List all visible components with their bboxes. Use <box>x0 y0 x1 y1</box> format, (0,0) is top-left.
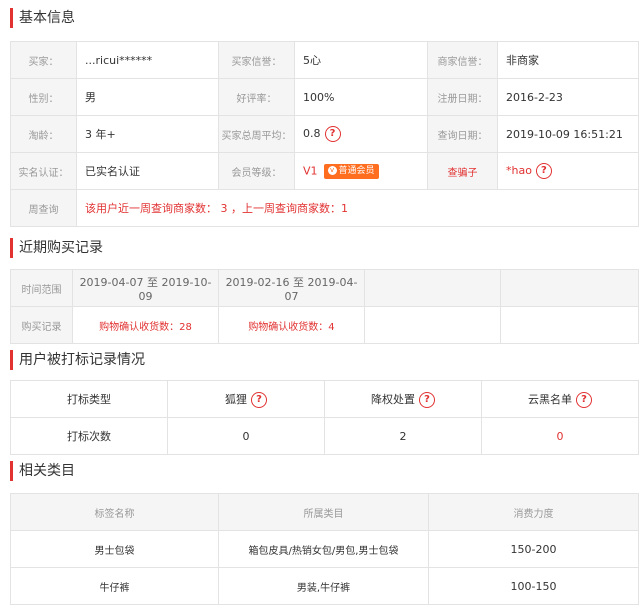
cloud-blacklist-count: 0 <box>481 417 639 455</box>
category: 男装,牛仔裤 <box>218 567 429 605</box>
help-icon[interactable]: ? <box>576 391 592 408</box>
fox-count: 0 <box>167 417 325 455</box>
check-scammer-value: *hao <box>506 164 532 177</box>
categories-title: 相关类目 <box>10 461 75 481</box>
record-1: 购物确认收货数：28 <box>72 306 219 344</box>
spending-header: 消费力度 <box>428 493 639 531</box>
table-row: 打标类型 狐狸? 降权处置? 云黑名单? <box>10 380 639 418</box>
category: 箱包皮具/热销女包/男包,男士包袋 <box>218 530 429 568</box>
weekly-average-label: 买家总周平均： <box>218 115 295 153</box>
range-label: 时间范围 <box>10 269 73 307</box>
marks-title: 用户被打标记录情况 <box>10 350 145 370</box>
gender-value: 男 <box>76 78 219 116</box>
demotion-header: 降权处置 <box>371 392 415 406</box>
help-icon[interactable]: ? <box>324 126 341 142</box>
mark-count-label: 打标次数 <box>10 417 168 455</box>
weekly-average-value: 0.8 <box>303 127 321 140</box>
cloud-blacklist-header: 云黑名单 <box>528 392 572 406</box>
table-row: 买家： ...ricui****** 买家信誉： 5心 商家信誉： 非商家 <box>10 41 639 79</box>
positive-rate-label: 好评率： <box>218 78 295 116</box>
taobao-age-value: 3 年+ <box>76 115 219 153</box>
week-query-label: 周查询 <box>10 189 77 227</box>
table-row: 牛仔裤 男装,牛仔裤 100-150 <box>10 567 639 605</box>
category-header: 所属类目 <box>218 493 429 531</box>
help-icon[interactable]: ? <box>419 391 435 408</box>
query-date-value: 2019-10-09 16:51:21 <box>497 115 639 153</box>
member-level-value: V1 <box>303 164 318 177</box>
marks-table: 打标类型 狐狸? 降权处置? 云黑名单? 打标次数 0 2 0 <box>10 380 639 455</box>
categories-table: 标签名称 所属类目 消费力度 男士包袋 箱包皮具/热销女包/男包,男士包袋 15… <box>10 493 639 605</box>
purchase-table: 时间范围 2019-04-07 至 2019-10-09 2019-02-16 … <box>10 269 639 344</box>
week-query-text: 该用户近一周查询商家数： 3 ，上一周查询商家数：1 <box>76 189 639 227</box>
badge-icon: v <box>327 165 337 175</box>
record-label: 购买记录 <box>10 306 73 344</box>
table-row: 淘龄： 3 年+ 买家总周平均： 0.8? 查询日期： 2019-10-09 1… <box>10 115 639 153</box>
check-scammer-link[interactable]: 查骗子 <box>427 152 498 190</box>
buyer-credit-value: 5心 <box>294 41 428 79</box>
taobao-age-label: 淘龄： <box>10 115 77 153</box>
positive-rate-value: 100% <box>294 78 428 116</box>
seller-credit-label: 商家信誉： <box>427 41 498 79</box>
table-row: 周查询 该用户近一周查询商家数： 3 ，上一周查询商家数：1 <box>10 189 639 227</box>
real-name-label: 实名认证： <box>10 152 77 190</box>
basic-info-title: 基本信息 <box>10 8 75 28</box>
demotion-count: 2 <box>324 417 482 455</box>
help-icon[interactable]: ? <box>251 391 267 408</box>
tag-name-header: 标签名称 <box>10 493 219 531</box>
register-date-label: 注册日期： <box>427 78 498 116</box>
buyer-credit-label: 买家信誉： <box>218 41 295 79</box>
tag-name: 男士包袋 <box>10 530 219 568</box>
table-row: 时间范围 2019-04-07 至 2019-10-09 2019-02-16 … <box>10 269 639 307</box>
range-1: 2019-04-07 至 2019-10-09 <box>72 269 219 307</box>
spending: 150-200 <box>428 530 639 568</box>
range-2: 2019-02-16 至 2019-04-07 <box>218 269 365 307</box>
real-name-value: 已实名认证 <box>76 152 219 190</box>
help-icon[interactable]: ? <box>535 163 552 179</box>
table-row: 打标次数 0 2 0 <box>10 417 639 455</box>
table-row: 实名认证： 已实名认证 会员等级： V1 v 普通会员 查骗子 *hao? <box>10 152 639 190</box>
mark-type-header: 打标类型 <box>10 380 168 418</box>
member-level-label: 会员等级： <box>218 152 295 190</box>
member-badge: v 普通会员 <box>323 163 379 179</box>
gender-label: 性别： <box>10 78 77 116</box>
basic-info-table: 买家： ...ricui****** 买家信誉： 5心 商家信誉： 非商家 性别… <box>10 41 639 227</box>
table-row: 购买记录 购物确认收货数：28 购物确认收货数：4 <box>10 306 639 344</box>
buyer-label: 买家： <box>10 41 77 79</box>
table-row: 男士包袋 箱包皮具/热销女包/男包,男士包袋 150-200 <box>10 530 639 568</box>
spending: 100-150 <box>428 567 639 605</box>
register-date-value: 2016-2-23 <box>497 78 639 116</box>
table-row: 标签名称 所属类目 消费力度 <box>10 493 639 531</box>
record-2: 购物确认收货数：4 <box>218 306 365 344</box>
fox-header: 狐狸 <box>225 392 247 406</box>
purchase-title: 近期购买记录 <box>10 238 103 258</box>
tag-name: 牛仔裤 <box>10 567 219 605</box>
seller-credit-value: 非商家 <box>497 41 639 79</box>
member-badge-label: 普通会员 <box>338 165 375 176</box>
buyer-value: ...ricui****** <box>76 41 219 79</box>
table-row: 性别： 男 好评率： 100% 注册日期： 2016-2-23 <box>10 78 639 116</box>
query-date-label: 查询日期： <box>427 115 498 153</box>
